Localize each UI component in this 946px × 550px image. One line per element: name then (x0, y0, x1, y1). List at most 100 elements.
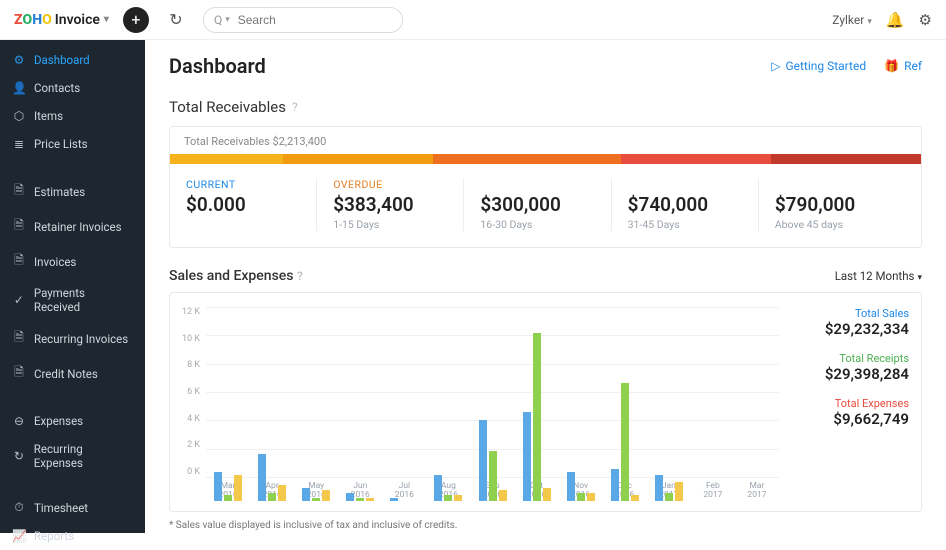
bar-sales (346, 493, 354, 501)
receivables-buckets: CURRENT$0.000OVERDUE$383,4001-15 Days $3… (170, 164, 921, 247)
bar-group (515, 333, 559, 500)
bar-sales (479, 420, 487, 501)
bucket-sublabel: 31-45 Days (628, 218, 758, 231)
bar-group (382, 498, 426, 501)
sidebar-item-reports[interactable]: 📈Reports (0, 522, 145, 550)
play-circle-icon: ▷ (771, 59, 780, 73)
bar-receipts (268, 493, 276, 501)
bar-expenses (675, 482, 683, 500)
help-icon[interactable]: ? (292, 100, 298, 114)
sidebar-icon: 👤 (12, 81, 26, 95)
bar-expenses (234, 475, 242, 501)
bucket-sublabel: Above 45 days (775, 218, 905, 231)
chevron-down-icon: ▾ (104, 14, 109, 25)
receivables-card: Total Receivables $2,213,400 CURRENT$0.0… (169, 126, 922, 248)
bar-expenses (278, 485, 286, 501)
search-input[interactable] (238, 13, 393, 27)
sidebar-item-retainer-invoices[interactable]: 🗎Retainer Invoices (0, 209, 145, 244)
sidebar-icon: ⬡ (12, 109, 26, 123)
sidebar-item-payments-received[interactable]: ✓ Payments Received (0, 279, 145, 321)
total-sales-value: $29,232,334 (789, 320, 909, 338)
bucket-sublabel: 16-30 Days (480, 218, 610, 231)
getting-started-link[interactable]: ▷ Getting Started (771, 59, 866, 73)
org-switcher[interactable]: Zylker▾ (832, 13, 872, 27)
help-icon[interactable]: ? (297, 269, 303, 283)
bar-group (603, 383, 647, 501)
bar-group (338, 493, 382, 501)
receivables-bucket: $740,000 31-45 Days (611, 178, 758, 231)
receivables-subtitle: Total Receivables $2,213,400 (170, 127, 921, 154)
bucket-label: CURRENT (186, 178, 316, 191)
sidebar-item-recurring-invoices[interactable]: 🗎 Recurring Invoices (0, 321, 145, 356)
bar-group (426, 475, 470, 501)
sidebar-icon: 🗎 (12, 251, 26, 272)
sidebar-icon: ⊖ (12, 414, 26, 428)
sidebar-item-label: Price Lists (34, 137, 88, 151)
sidebar-item-dashboard[interactable]: ⚙Dashboard (0, 46, 145, 74)
sidebar-item-items[interactable]: ⬡Items (0, 102, 145, 130)
refer-link[interactable]: 🎁 Ref (884, 59, 922, 73)
bar-expenses (543, 488, 551, 501)
sidebar-item-label: Credit Notes (34, 367, 98, 381)
total-expenses-label: Total Expenses (789, 397, 909, 410)
sidebar-item-price-lists[interactable]: ≣ Price Lists (0, 130, 145, 158)
sidebar-item-label: Contacts (34, 81, 80, 95)
bar-sales (434, 475, 442, 501)
bar-receipts (444, 495, 452, 500)
sidebar-item-recurring-expenses[interactable]: ↻ Recurring Expenses (0, 435, 145, 477)
bar-receipts (533, 333, 541, 500)
top-right: Zylker▾ 🔔 ⚙ (832, 11, 932, 29)
notifications-icon[interactable]: 🔔 (886, 11, 905, 29)
sidebar-icon: ✓ (12, 293, 26, 307)
bar-sales (214, 472, 222, 501)
sidebar-item-label: Expenses (34, 414, 83, 428)
quick-create-button[interactable]: + (123, 7, 149, 33)
sidebar-icon: ≣ (12, 137, 26, 151)
sidebar-icon: 🗎 (12, 328, 26, 349)
receivables-bucket: $790,000Above 45 days (758, 178, 905, 231)
total-sales-label: Total Sales (789, 307, 909, 320)
bar-group (559, 472, 603, 501)
app-logo[interactable]: ZOHO Invoice ▾ (14, 12, 109, 28)
recent-activity-button[interactable]: ↻ (163, 7, 189, 33)
bar-receipts (665, 493, 673, 501)
chevron-down-icon: ▾ (225, 15, 230, 25)
sidebar-icon: 🗎 (12, 181, 26, 202)
receivables-bucket: $300,00016-30 Days (463, 178, 610, 231)
chart-footnote: * Sales value displayed is inclusive of … (169, 520, 922, 531)
bar-expenses (454, 495, 462, 500)
bar-sales (655, 475, 663, 501)
date-range-selector[interactable]: Last 12 Months▾ (835, 269, 922, 283)
bucket-value: $740,000 (628, 193, 758, 216)
sales-expenses-card: 12 K10 K8 K6 K4 K2 K0 K Mar2016Apr2016Ma… (169, 292, 922, 512)
sidebar-item-invoices[interactable]: 🗎Invoices (0, 244, 145, 279)
sidebar-item-estimates[interactable]: 🗎 Estimates (0, 174, 145, 209)
sidebar-item-contacts[interactable]: 👤 Contacts (0, 74, 145, 102)
sidebar-item-expenses[interactable]: ⊖ Expenses (0, 407, 145, 435)
sidebar-icon: ⏱ (12, 500, 26, 515)
sidebar-item-label: Payments Received (34, 286, 133, 314)
bucket-sublabel: 1-15 Days (333, 218, 463, 231)
sales-expenses-chart: 12 K10 K8 K6 K4 K2 K0 K Mar2016Apr2016Ma… (182, 307, 779, 501)
sales-expenses-heading: Sales and Expenses ? Last 12 Months▾ (169, 268, 922, 284)
chart-plot: Mar2016Apr2016May2016Jun2016Jul2016Aug20… (206, 307, 779, 501)
sidebar-item-timesheet[interactable]: ⏱ Timesheet (0, 493, 145, 522)
sidebar-icon: 🗎 (12, 216, 26, 237)
sidebar-item-label: Recurring Expenses (34, 442, 133, 470)
bar-sales (302, 488, 310, 501)
sidebar-item-label: Timesheet (34, 501, 88, 515)
sidebar-icon: ⚙ (12, 53, 26, 67)
receivables-bucket: CURRENT$0.000 (186, 178, 316, 231)
sidebar-item-credit-notes[interactable]: 🗎Credit Notes (0, 356, 145, 391)
sidebar-item-label: Estimates (34, 185, 85, 199)
settings-icon[interactable]: ⚙ (919, 11, 932, 29)
global-search[interactable]: Q▾ (203, 7, 403, 33)
bar-receipts (224, 495, 232, 500)
sidebar-item-label: Recurring Invoices (34, 332, 128, 346)
sidebar-icon: 📈 (12, 529, 26, 543)
bar-group (250, 454, 294, 501)
sidebar-icon: ↻ (12, 449, 26, 463)
bar-group (470, 420, 514, 501)
product-name: Invoice (55, 12, 100, 28)
title-bar: Dashboard ▷ Getting Started 🎁 Ref (169, 54, 922, 78)
